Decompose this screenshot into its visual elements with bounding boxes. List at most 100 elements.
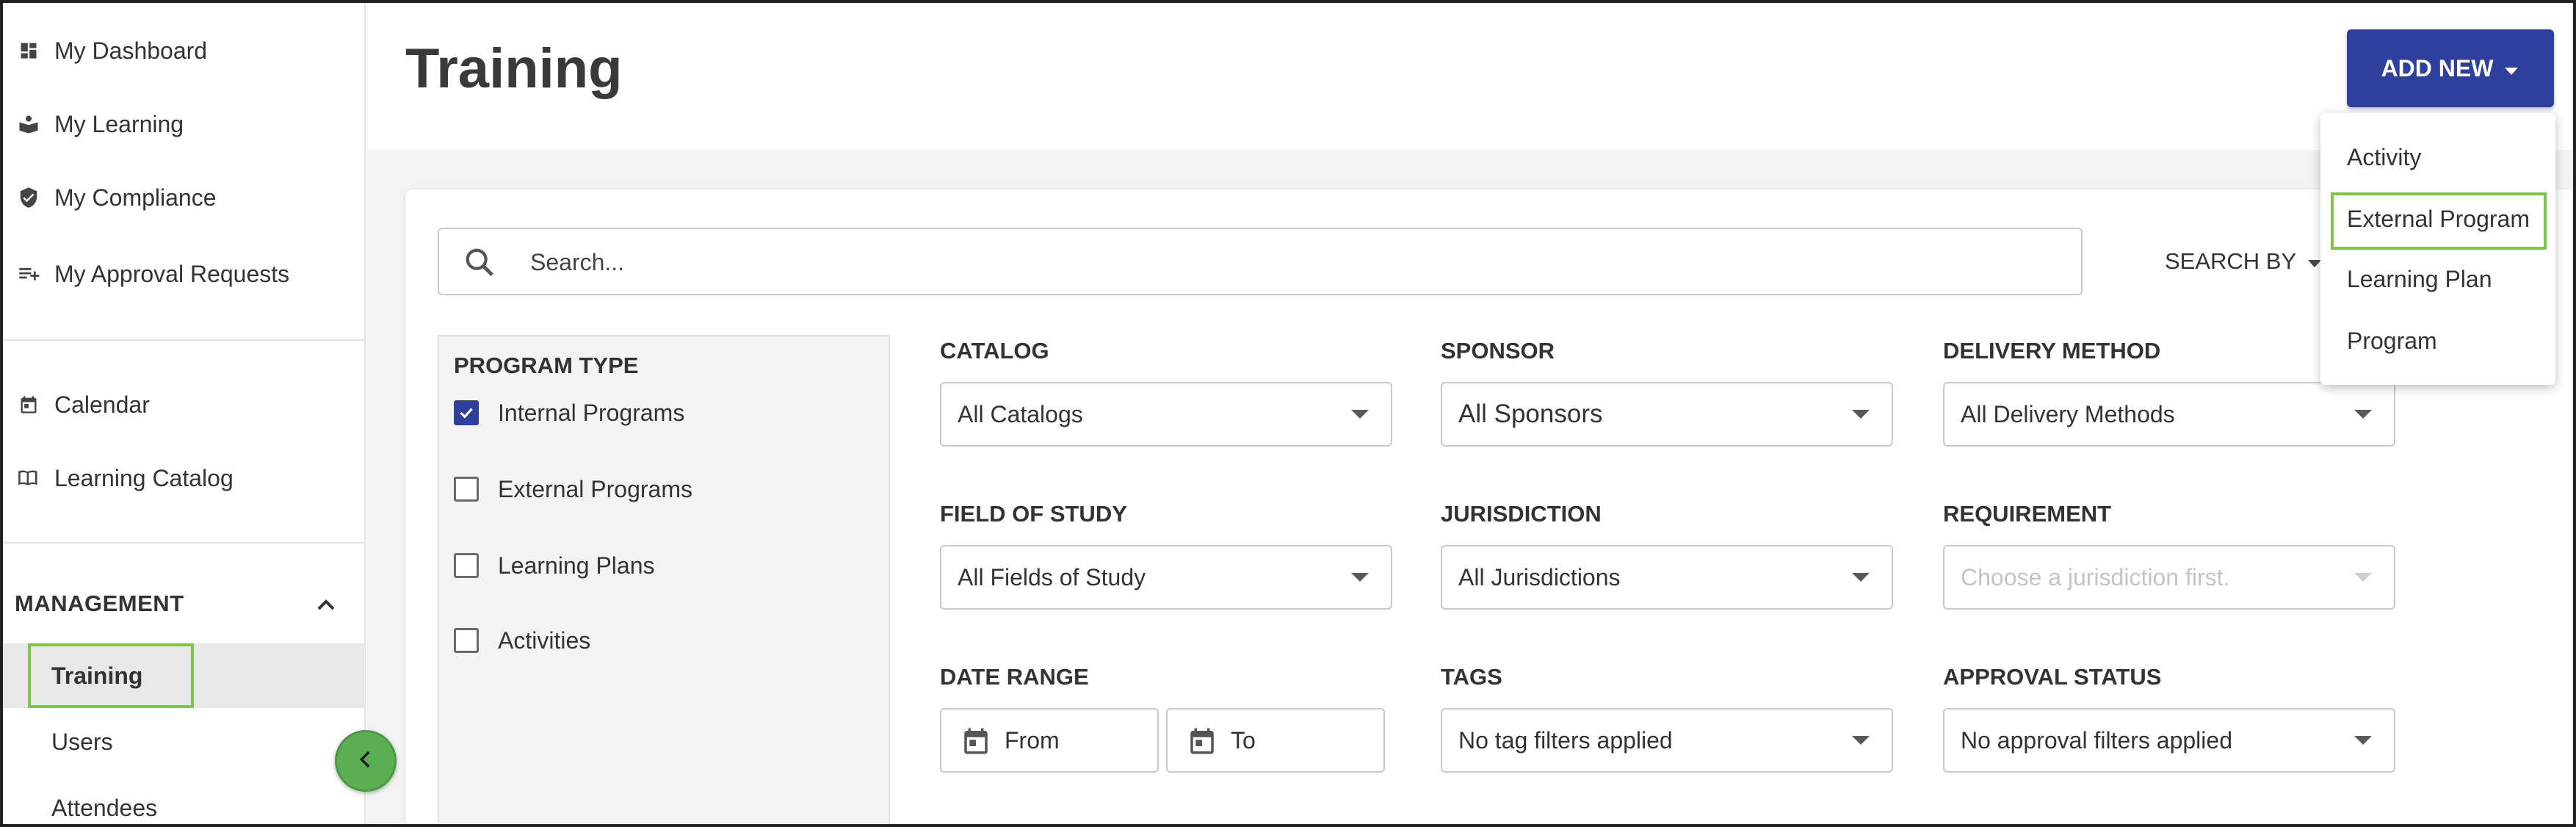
tags-label: TAGS bbox=[1441, 664, 1502, 690]
caret-down-icon bbox=[1351, 410, 1369, 419]
checkbox-label: Learning Plans bbox=[498, 552, 655, 579]
delivery-method-select[interactable]: All Delivery Methods bbox=[1943, 382, 2395, 447]
checkbox-activities[interactable]: Activities bbox=[454, 618, 590, 662]
collapse-sidebar-button[interactable] bbox=[335, 730, 397, 792]
tags-select[interactable]: No tag filters applied bbox=[1441, 708, 1893, 773]
date-to-label: To bbox=[1231, 726, 1256, 754]
sidebar-item-label: Users bbox=[51, 728, 113, 755]
checkbox-unchecked[interactable] bbox=[454, 628, 479, 653]
sidebar-item-label: My Compliance bbox=[54, 184, 217, 211]
caret-down-icon bbox=[1852, 573, 1870, 582]
menu-item-learning-plan[interactable]: Learning Plan bbox=[2320, 250, 2555, 308]
checkbox-learning-plans[interactable]: Learning Plans bbox=[454, 543, 654, 588]
checkbox-label: Internal Programs bbox=[498, 399, 685, 426]
add-new-label: ADD NEW bbox=[2381, 54, 2494, 82]
date-from-input[interactable]: From bbox=[940, 708, 1159, 773]
checkbox-checked[interactable] bbox=[454, 400, 479, 425]
caret-down-icon bbox=[2503, 55, 2519, 82]
program-type-panel: PROGRAM TYPE Internal Programs External … bbox=[438, 335, 890, 824]
sidebar-item-my-learning[interactable]: My Learning bbox=[3, 91, 363, 157]
sidebar-item-attendees[interactable]: Attendees bbox=[3, 776, 366, 824]
menu-item-program[interactable]: Program bbox=[2320, 311, 2555, 370]
caret-down-icon bbox=[1852, 736, 1870, 745]
sidebar-item-label: My Learning bbox=[54, 110, 184, 137]
date-range-label: DATE RANGE bbox=[940, 664, 1089, 690]
menu-item-label: Learning Plan bbox=[2347, 265, 2492, 292]
catalog-label: CATALOG bbox=[940, 338, 1049, 364]
sidebar-divider bbox=[3, 339, 366, 341]
calendar-icon bbox=[960, 724, 991, 758]
sponsor-label: SPONSOR bbox=[1441, 338, 1555, 364]
sidebar-item-learning-catalog[interactable]: Learning Catalog bbox=[3, 445, 363, 511]
sidebar-item-my-compliance[interactable]: My Compliance bbox=[3, 165, 363, 231]
jurisdiction-select[interactable]: All Jurisdictions bbox=[1441, 545, 1893, 610]
book-open-icon bbox=[18, 467, 40, 489]
sidebar-item-calendar[interactable]: Calendar bbox=[3, 372, 363, 438]
approval-status-value: No approval filters applied bbox=[1961, 726, 2232, 754]
menu-item-label: Activity bbox=[2347, 143, 2422, 170]
checkbox-label: Activities bbox=[498, 626, 591, 654]
jurisdiction-value: All Jurisdictions bbox=[1458, 563, 1621, 591]
checkbox-internal-programs[interactable]: Internal Programs bbox=[454, 391, 684, 435]
search-by-label: SEARCH BY bbox=[2165, 248, 2297, 274]
filter-card: SEARCH BY PROGRAM TYPE Internal Programs… bbox=[405, 189, 2573, 824]
catalog-value: All Catalogs bbox=[958, 400, 1083, 427]
add-new-menu: Activity External Program Learning Plan … bbox=[2320, 113, 2555, 385]
sidebar-item-label: Learning Catalog bbox=[54, 464, 234, 491]
calendar-icon bbox=[1187, 724, 1218, 758]
approval-status-select[interactable]: No approval filters applied bbox=[1943, 708, 2395, 773]
jurisdiction-label: JURISDICTION bbox=[1441, 501, 1602, 527]
requirement-select[interactable]: Choose a jurisdiction first. bbox=[1943, 545, 2395, 610]
shield-check-icon bbox=[18, 187, 40, 209]
sponsor-select[interactable]: All Sponsors bbox=[1441, 382, 1893, 447]
sidebar-item-my-approval-requests[interactable]: My Approval Requests bbox=[3, 241, 363, 307]
menu-item-activity[interactable]: Activity bbox=[2320, 128, 2555, 187]
add-new-button[interactable]: ADD NEW bbox=[2347, 29, 2554, 107]
caret-down-icon bbox=[2354, 736, 2372, 745]
tags-value: No tag filters applied bbox=[1458, 726, 1673, 754]
page-title: Training bbox=[405, 37, 623, 100]
search-by-dropdown[interactable]: SEARCH BY bbox=[2165, 248, 2323, 275]
playlist-add-icon bbox=[18, 263, 40, 285]
catalog-select[interactable]: All Catalogs bbox=[940, 382, 1392, 447]
sidebar-item-label: My Dashboard bbox=[54, 37, 208, 64]
caret-down-icon bbox=[2354, 410, 2372, 419]
sidebar-item-my-dashboard[interactable]: My Dashboard bbox=[3, 18, 363, 84]
sponsor-value: All Sponsors bbox=[1458, 400, 1603, 428]
delivery-method-label: DELIVERY METHOD bbox=[1943, 338, 2161, 364]
search-bar bbox=[438, 228, 2083, 295]
sidebar-item-users[interactable]: Users bbox=[3, 709, 366, 774]
main-content: Training ADD NEW SEARCH BY bbox=[367, 3, 2573, 824]
checkbox-label: External Programs bbox=[498, 475, 692, 502]
field-of-study-value: All Fields of Study bbox=[958, 563, 1146, 591]
sidebar-item-label: My Approval Requests bbox=[54, 260, 290, 287]
caret-down-icon bbox=[2354, 573, 2372, 582]
dashboard-icon bbox=[18, 40, 40, 62]
chevron-left-icon bbox=[353, 747, 378, 776]
highlight-box bbox=[28, 643, 194, 708]
delivery-method-value: All Delivery Methods bbox=[1961, 400, 2175, 427]
management-section-title: MANAGEMENT bbox=[15, 591, 184, 616]
sidebar: My Dashboard My Learning My Compliance M… bbox=[3, 3, 366, 824]
caret-down-icon bbox=[1351, 573, 1369, 582]
sidebar-item-label: Calendar bbox=[54, 391, 150, 418]
sidebar-divider bbox=[3, 542, 366, 543]
checkbox-unchecked[interactable] bbox=[454, 553, 479, 578]
app-window: My Dashboard My Learning My Compliance M… bbox=[0, 0, 2576, 827]
date-to-input[interactable]: To bbox=[1166, 708, 1385, 773]
search-input[interactable] bbox=[530, 244, 1999, 281]
highlight-box bbox=[2331, 192, 2547, 250]
sidebar-item-label: Attendees bbox=[51, 794, 158, 821]
chevron-up-icon[interactable] bbox=[311, 591, 341, 620]
calendar-icon bbox=[18, 394, 40, 416]
program-type-title: PROGRAM TYPE bbox=[454, 353, 639, 378]
checkbox-external-programs[interactable]: External Programs bbox=[454, 467, 692, 511]
field-of-study-select[interactable]: All Fields of Study bbox=[940, 545, 1392, 610]
requirement-label: REQUIREMENT bbox=[1943, 501, 2112, 527]
checkbox-unchecked[interactable] bbox=[454, 477, 479, 502]
approval-status-label: APPROVAL STATUS bbox=[1943, 664, 2162, 690]
learning-icon bbox=[18, 113, 40, 135]
page-header: Training ADD NEW bbox=[367, 3, 2573, 150]
menu-item-label: Program bbox=[2347, 327, 2437, 354]
date-from-label: From bbox=[1005, 726, 1060, 754]
